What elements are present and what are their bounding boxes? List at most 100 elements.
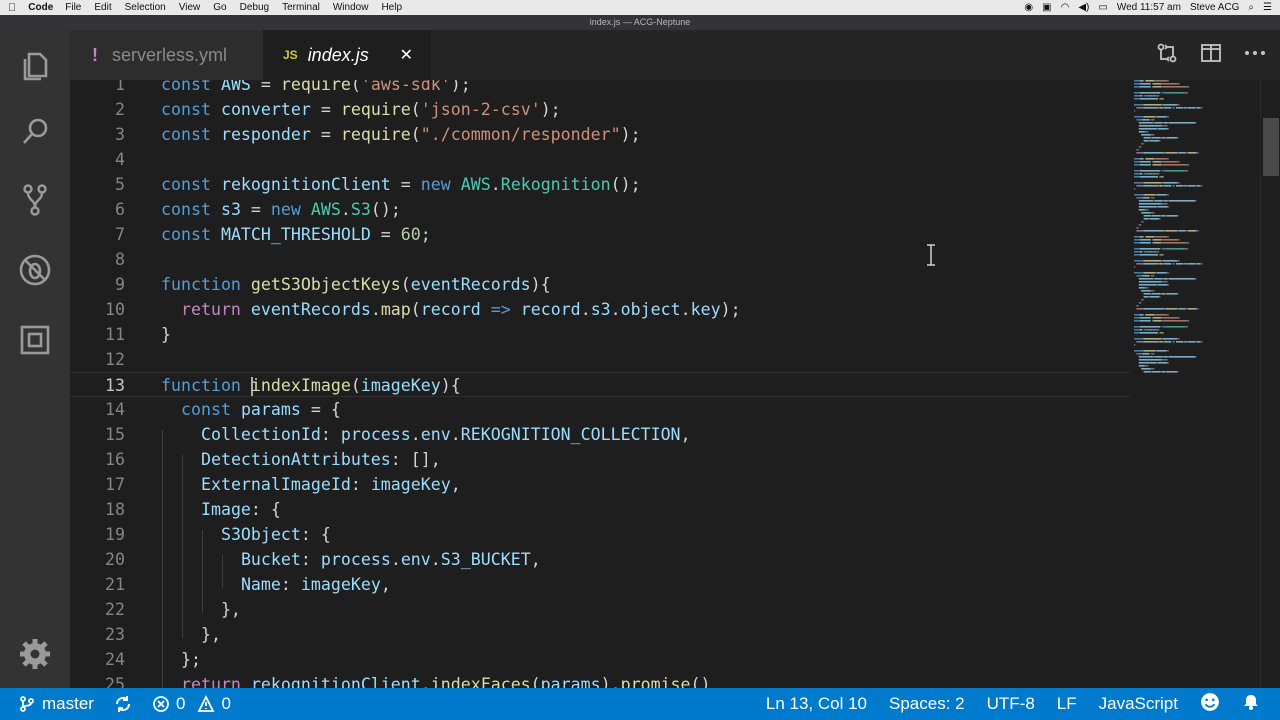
code-line[interactable]: 17 ExternalImageId: imageKey,	[70, 472, 1130, 497]
menubar-clock[interactable]: Wed 11:57 am	[1117, 2, 1181, 13]
spotlight-icon[interactable]: ⌕	[1248, 2, 1254, 13]
menu-view[interactable]: View	[179, 2, 201, 13]
encoding[interactable]: UTF-8	[987, 694, 1035, 714]
code-line[interactable]: 20 Bucket: process.env.S3_BUCKET,	[70, 547, 1130, 572]
minimap-token	[1161, 317, 1163, 319]
menu-help[interactable]: Help	[381, 2, 402, 13]
minimap-token	[1134, 242, 1140, 244]
minimap-token	[1177, 308, 1179, 310]
menu-window[interactable]: Window	[333, 2, 369, 13]
code-line[interactable]: 5 const rekognitionClient = new AWS.Rekog…	[70, 172, 1130, 197]
menu-debug[interactable]: Debug	[240, 2, 269, 13]
language-mode[interactable]: JavaScript	[1099, 694, 1178, 714]
code-token: .	[410, 425, 421, 444]
battery-icon[interactable]: ▭	[1098, 2, 1107, 13]
minimap-token	[1161, 248, 1163, 250]
minimap-token	[1185, 152, 1188, 154]
code-line[interactable]: 23 },	[70, 622, 1130, 647]
screen-record-icon[interactable]: ◉	[1024, 2, 1033, 13]
code-line[interactable]: 19 S3Object: {	[70, 522, 1130, 547]
notifications-bell-icon[interactable]	[1242, 693, 1260, 716]
split-editor-icon[interactable]	[1200, 42, 1222, 69]
minimap-token	[1155, 80, 1167, 82]
code-line[interactable]: 10 return eventRecords.map(record => rec…	[70, 297, 1130, 322]
minimap-token	[1168, 122, 1196, 124]
line-code: const params = {	[161, 397, 341, 422]
debug-icon[interactable]	[0, 240, 70, 300]
minimap-token	[1166, 80, 1169, 82]
minimap-token	[1136, 152, 1144, 154]
indentation[interactable]: Spaces: 2	[889, 694, 965, 714]
code-token: .	[430, 550, 441, 569]
code-line[interactable]: 8	[70, 247, 1130, 272]
cursor-position[interactable]: Ln 13, Col 10	[766, 694, 867, 714]
code-token: getS3ObjectKeys	[250, 275, 401, 294]
minimap-token	[1166, 92, 1170, 94]
code-token: imageKey	[370, 475, 451, 494]
code-token: CollectionId	[200, 425, 321, 444]
code-line[interactable]: 18 Image: {	[70, 497, 1130, 522]
end-of-line[interactable]: LF	[1057, 694, 1077, 714]
close-tab-icon[interactable]: ✕	[400, 45, 413, 65]
app-menu[interactable]: Code	[28, 2, 53, 13]
code-line[interactable]: 7 const MATCH_THRESHOLD = 60;	[70, 222, 1130, 247]
minimap-token	[1155, 116, 1157, 118]
more-actions-icon[interactable]	[1244, 42, 1266, 69]
open-changes-icon[interactable]	[1156, 42, 1178, 69]
control-center-icon[interactable]: ☰	[1263, 2, 1272, 13]
scrollbar-thumb[interactable]	[1263, 118, 1279, 176]
tab-index-js[interactable]: JS index.js ✕	[263, 30, 431, 80]
source-control-icon[interactable]	[0, 170, 70, 230]
feedback-smiley-icon[interactable]	[1200, 692, 1220, 717]
extensions-icon[interactable]	[0, 310, 70, 370]
minimap-token	[1186, 164, 1190, 166]
code-line[interactable]: 12	[70, 347, 1130, 372]
minimap-token	[1144, 314, 1146, 316]
minimap-token	[1195, 263, 1197, 265]
code-line[interactable]: 14 const params = {	[70, 397, 1130, 422]
code-line[interactable]: 16 DetectionAttributes: [],	[70, 447, 1130, 472]
apple-icon[interactable]: 	[8, 2, 16, 14]
explorer-icon[interactable]	[0, 36, 70, 96]
minimap-token	[1195, 356, 1197, 358]
git-branch[interactable]: master	[18, 694, 94, 714]
tab-serverless-yml[interactable]: ! serverless.yml	[70, 30, 263, 80]
code-editor[interactable]: 1 const AWS = require('aws-sdk'); 2 const c…	[70, 80, 1280, 688]
code-line[interactable]: 24 };	[70, 647, 1130, 672]
code-line[interactable]: 9 function getS3ObjectKeys(eventRecords){	[70, 272, 1130, 297]
minimap-token	[1136, 107, 1144, 109]
menu-go[interactable]: Go	[213, 2, 226, 13]
settings-gear-icon[interactable]	[0, 624, 70, 684]
volume-icon[interactable]: ◀)	[1078, 2, 1089, 13]
menu-terminal[interactable]: Terminal	[282, 2, 320, 13]
menu-edit[interactable]: Edit	[94, 2, 111, 13]
minimap-token	[1153, 86, 1162, 88]
code-line[interactable]: 1 const AWS = require('aws-sdk');	[70, 80, 1130, 97]
code-line[interactable]: 6 const s3 = new AWS.S3();	[70, 197, 1130, 222]
wifi-icon[interactable]: ◠	[1061, 2, 1070, 13]
problems-indicator[interactable]: 0 0	[152, 694, 231, 714]
menu-file[interactable]: File	[65, 2, 81, 13]
code-line[interactable]: 11}	[70, 322, 1130, 347]
code-line[interactable]: 3 const responder = require("./common/res…	[70, 122, 1130, 147]
code-line[interactable]: 4	[70, 147, 1130, 172]
code-line[interactable]: 13 function indexImage(imageKey){	[70, 372, 1130, 397]
sync-button[interactable]	[114, 695, 132, 713]
code-token: ,	[380, 575, 391, 594]
menu-selection[interactable]: Selection	[125, 2, 166, 13]
vertical-scrollbar[interactable]	[1260, 80, 1280, 688]
search-icon[interactable]	[0, 102, 70, 162]
code-line[interactable]: 21 Name: imageKey,	[70, 572, 1130, 597]
code-line[interactable]: 22 },	[70, 597, 1130, 622]
code-line[interactable]: 15 CollectionId: process.env.REKOGNITION…	[70, 422, 1130, 447]
warning-icon	[197, 695, 215, 712]
minimap-token	[1134, 350, 1144, 352]
code-line[interactable]: 25 return rekognitionClient.indexFaces(p…	[70, 672, 1130, 688]
airplay-icon[interactable]: ▣	[1042, 2, 1051, 13]
minimap-token	[1142, 353, 1150, 355]
code-line[interactable]: 2 const converter = require('json-2-csv')…	[70, 97, 1130, 122]
minimap-token	[1162, 98, 1164, 100]
menubar-user[interactable]: Steve ACG	[1190, 2, 1239, 13]
minimap[interactable]	[1130, 80, 1260, 688]
